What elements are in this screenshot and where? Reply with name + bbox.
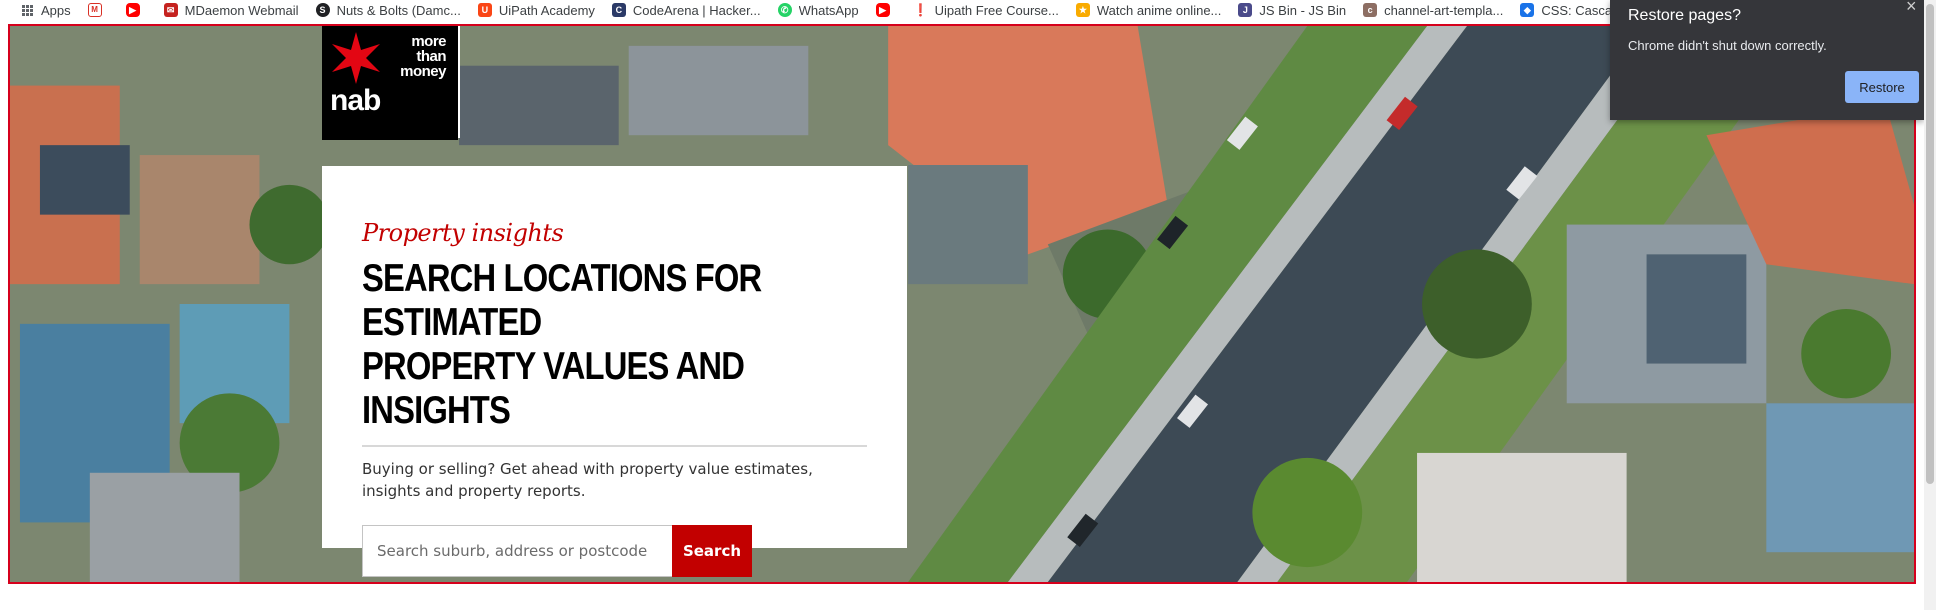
css-icon: ◆ (1520, 3, 1535, 17)
bookmark-uipath-course[interactable]: ❗ Uipath Free Course... (913, 0, 1059, 20)
nab-logo[interactable]: more than money nab (322, 26, 460, 140)
page-title-line-1: SEARCH LOCATIONS FOR ESTIMATED (362, 257, 762, 344)
popup-title: Restore pages? (1628, 7, 1741, 24)
restore-button[interactable]: Restore (1845, 71, 1919, 103)
bookmark-anime[interactable]: ★ Watch anime online... (1075, 0, 1222, 20)
pin-icon: ❗ (913, 3, 929, 17)
mdaemon-icon: ✉ (163, 3, 178, 17)
bookmark-apps[interactable]: Apps (22, 0, 71, 20)
jsbin-icon: J (1238, 3, 1253, 17)
anime-icon: ★ (1075, 3, 1090, 17)
channel-art-icon: c (1363, 3, 1378, 17)
logo-divider (458, 26, 460, 138)
page-description: Buying or selling? Get ahead with proper… (362, 460, 813, 500)
youtube-icon: ▶ (875, 3, 890, 17)
bookmark-label: MDaemon Webmail (184, 2, 299, 18)
page-title-line-2: PROPERTY VALUES AND INSIGHTS (362, 345, 745, 432)
codearena-icon: C (611, 3, 626, 17)
uipath-icon: U (477, 3, 492, 17)
gmail-icon: M (87, 3, 102, 17)
bookmark-nuts-bolts[interactable]: S Nuts & Bolts (Damc... (315, 0, 461, 20)
bookmark-youtube[interactable]: ▶ (125, 0, 147, 20)
close-icon[interactable]: × (1906, 0, 1917, 17)
section-kicker: Property insights (362, 219, 564, 247)
whatsapp-icon: ✆ (777, 3, 792, 17)
bookmark-channel-art[interactable]: c channel-art-templa... (1363, 0, 1503, 20)
popup-message: Chrome didn't shut down correctly. (1628, 38, 1827, 53)
bookmark-label: CodeArena | Hacker... (632, 2, 761, 18)
bookmark-label: WhatsApp (798, 2, 859, 18)
bookmark-mdaemon[interactable]: ✉ MDaemon Webmail (163, 0, 299, 20)
search-button[interactable]: Search (672, 525, 752, 577)
bookmark-label: JS Bin - JS Bin (1259, 2, 1347, 18)
restore-pages-popup: Restore pages? × Chrome didn't shut down… (1610, 0, 1924, 120)
apps-grid-icon (22, 4, 33, 16)
bookmark-jsbin[interactable]: J JS Bin - JS Bin (1238, 0, 1346, 20)
bookmark-label: Watch anime online... (1096, 2, 1222, 18)
bookmark-label: Nuts & Bolts (Damc... (336, 2, 461, 18)
bookmark-label: Apps (41, 2, 71, 18)
bookmark-whatsapp[interactable]: ✆ WhatsApp (777, 0, 859, 20)
bookmark-label: Uipath Free Course... (934, 2, 1059, 18)
property-search-card: Property insights SEARCH LOCATIONS FOR E… (322, 166, 907, 577)
bookmark-label: UiPath Academy (498, 2, 595, 18)
bookmark-codearena[interactable]: C CodeArena | Hacker... (611, 0, 761, 20)
search-input[interactable] (362, 525, 672, 577)
youtube-icon: ▶ (125, 3, 140, 17)
logo-wordmark: nab (330, 84, 381, 117)
page-scrollbar[interactable] (1924, 0, 1936, 610)
nuts-bolts-icon: S (315, 3, 330, 17)
bookmark-youtube-2[interactable]: ▶ (875, 0, 897, 20)
title-divider (362, 445, 867, 447)
bookmark-gmail[interactable]: M (87, 0, 109, 20)
bookmark-uipath[interactable]: U UiPath Academy (477, 0, 595, 20)
logo-tagline: more than money (400, 33, 446, 80)
page-title: SEARCH LOCATIONS FOR ESTIMATED PROPERTY … (362, 257, 866, 433)
search-form: Search (362, 525, 752, 577)
nab-star-icon (332, 32, 380, 84)
scrollbar-thumb[interactable] (1926, 4, 1934, 484)
bookmark-label: channel-art-templa... (1384, 2, 1504, 18)
